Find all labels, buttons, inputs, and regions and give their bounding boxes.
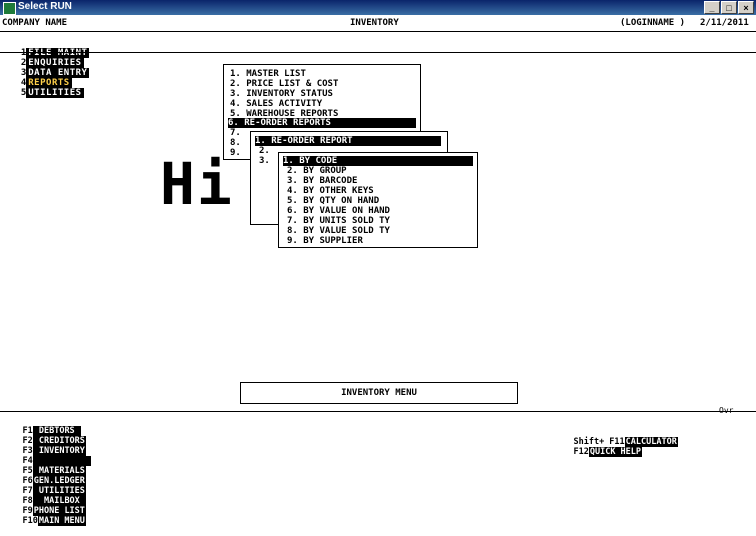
maximize-button[interactable]: □ (721, 1, 737, 14)
reports-item[interactable]: 2. PRICE LIST & COST (230, 79, 338, 89)
reports-item[interactable]: 1. MASTER LIST (230, 69, 306, 79)
reports-item[interactable]: 8. (230, 138, 241, 148)
f3-key[interactable]: F3 INVENTORY (22, 446, 86, 456)
menu-file-maint[interactable]: 1 FILE MAINT (21, 48, 90, 58)
reorder-item[interactable]: 2. (259, 146, 270, 156)
f7-key[interactable]: F7 UTILITIES (22, 486, 86, 496)
reports-item[interactable]: 9. (230, 148, 241, 158)
reports-item[interactable]: 3. INVENTORY STATUS (230, 89, 333, 99)
f12-key[interactable]: F12QUICK HELP (573, 447, 643, 457)
sort-item[interactable]: 2. BY GROUP (287, 166, 347, 176)
f8-key[interactable]: F8 MAILBOX (22, 496, 86, 506)
f11-key[interactable]: Shift+ F11CALCULATOR (573, 437, 678, 447)
sort-item[interactable]: 7. BY UNITS SOLD TY (287, 216, 390, 226)
menu-title-box: INVENTORY MENU (240, 382, 518, 404)
sort-item[interactable]: 6. BY VALUE ON HAND (287, 206, 390, 216)
app-icon (3, 2, 16, 15)
reports-item[interactable]: 4. SALES ACTIVITY (230, 99, 322, 109)
menu-data-entry[interactable]: 3 DATA ENTRY (21, 68, 90, 78)
f4-key[interactable]: F4 (22, 456, 92, 466)
sort-item-selected[interactable]: 1. BY CODE (283, 156, 473, 166)
login-name: (LOGINNAME ) (620, 18, 686, 28)
date: 2/11/2011 (700, 18, 749, 28)
f9-key[interactable]: F9PHONE LIST (22, 506, 86, 516)
f5-key[interactable]: F5 MATERIALS (22, 466, 86, 476)
f2-key[interactable]: F2 CREDITORS (22, 436, 86, 446)
main-menubar: 1 FILE MAINT 2 ENQUIRIES 3 DATA ENTRY 4 REPO… (10, 38, 90, 98)
sort-item[interactable]: 3. BY BARCODE (287, 176, 357, 186)
minimize-button[interactable]: _ (704, 1, 720, 14)
close-button[interactable]: × (738, 1, 754, 14)
f10-key[interactable]: F10MAIN MENU (22, 516, 86, 526)
menu-utilities[interactable]: 5 UTILITIES (21, 88, 84, 98)
header-divider (0, 31, 756, 32)
reorder-item-selected[interactable]: 1. RE-ORDER REPORT (255, 136, 441, 146)
menu-enquiries[interactable]: 2 ENQUIRIES (21, 58, 84, 68)
sort-item[interactable]: 5. BY QTY ON HAND (287, 196, 379, 206)
menu-reports[interactable]: 4 REPORTS (21, 78, 72, 88)
company-name: COMPANY NAME (2, 18, 68, 28)
f6-key[interactable]: F6GEN.LEDGER (22, 476, 86, 486)
reports-item-selected[interactable]: 6. RE-ORDER REPORTS (228, 118, 416, 128)
footer-divider (0, 411, 756, 412)
module-title: INVENTORY (350, 18, 399, 28)
sort-item[interactable]: 4. BY OTHER KEYS (287, 186, 374, 196)
sort-item[interactable]: 9. BY SUPPLIER (287, 236, 363, 246)
reports-item[interactable]: 7. (230, 128, 241, 138)
window-titlebar: Select RUN _ □ × (0, 0, 756, 15)
reorder-item[interactable]: 3. (259, 156, 270, 166)
menubar-divider (0, 52, 756, 53)
window-title: Select RUN (18, 1, 72, 12)
sort-item[interactable]: 8. BY VALUE SOLD TY (287, 226, 390, 236)
f1-key[interactable]: F1 DEBTORS (22, 426, 81, 436)
reorder-sort-menu: 1. BY CODE 2. BY GROUP 3. BY BARCODE 4. … (278, 152, 478, 248)
